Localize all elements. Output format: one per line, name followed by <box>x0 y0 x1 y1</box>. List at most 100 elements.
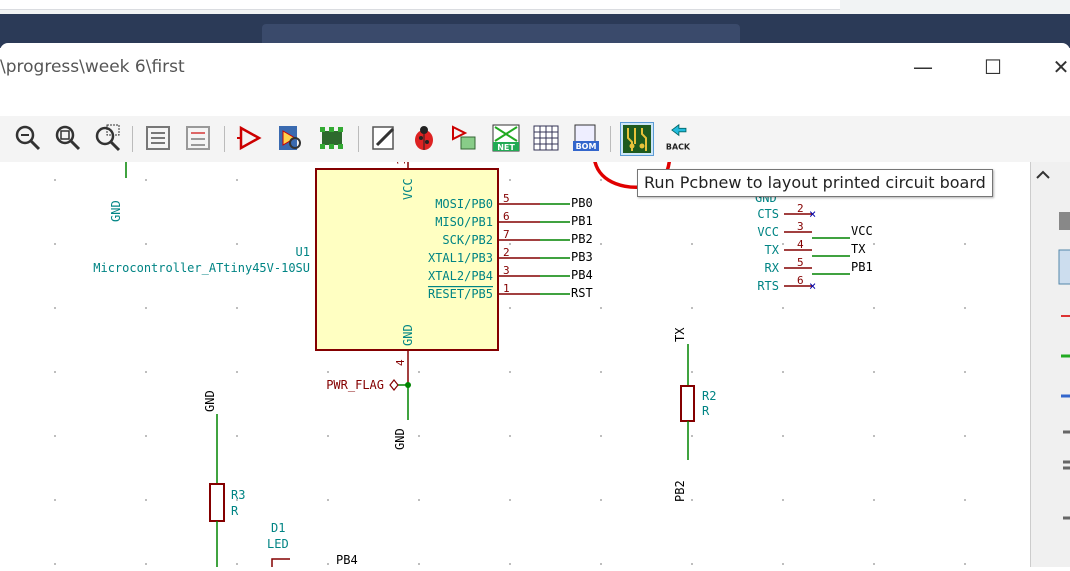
pcbnew-icon <box>623 125 651 153</box>
pcbnew-button[interactable] <box>620 122 654 156</box>
grid-dot <box>782 371 784 373</box>
scroll-up-icon[interactable] <box>1036 170 1050 179</box>
d1-body[interactable] <box>271 558 290 567</box>
grid-dot <box>327 435 329 437</box>
grid-dot <box>236 371 238 373</box>
grid-dot <box>691 563 693 565</box>
pcbnew-tooltip: Run Pcbnew to layout printed circuit boa… <box>637 169 993 197</box>
schematic-canvas[interactable]: GND 1 VCC GND U1 Microcontroller_ATtiny4… <box>0 162 1030 567</box>
tool-icon[interactable] <box>1059 212 1070 230</box>
grid-dot <box>509 243 511 245</box>
grid-dot <box>873 563 875 565</box>
net-label: RST <box>571 286 593 300</box>
grid-dot <box>600 243 602 245</box>
gnd-label: GND <box>393 428 407 450</box>
r2-reference: R2 <box>702 389 716 403</box>
window-titlebar: \progress\week 6\first — ☐ ✕ <box>0 43 1070 89</box>
grid-dot <box>873 307 875 309</box>
grid-dot <box>691 435 693 437</box>
u1-pin-number: 1 <box>503 282 510 295</box>
footprint-assign-button[interactable] <box>448 122 480 154</box>
r3-body[interactable] <box>209 483 225 522</box>
grid-dot <box>145 563 147 565</box>
grid-dot <box>236 435 238 437</box>
window-path: \progress\week 6\first <box>0 57 185 77</box>
symbol-editor-button[interactable] <box>234 122 266 154</box>
grid-dots <box>54 179 966 565</box>
annotate-button[interactable] <box>368 122 400 154</box>
r2-body[interactable] <box>680 385 695 422</box>
toolbar-separator <box>610 126 611 152</box>
symbol-library-button[interactable] <box>274 122 306 154</box>
right-toolbar-icons <box>1036 170 1070 520</box>
leave-sheet-button[interactable] <box>182 122 214 154</box>
minimize-button[interactable]: — <box>908 53 938 81</box>
toolbar-separator <box>358 126 359 152</box>
back-button[interactable]: BACK <box>662 122 694 154</box>
pwr-flag-label: PWR_FLAG <box>326 378 384 392</box>
tool-icon[interactable] <box>1058 249 1070 285</box>
grid-dot <box>691 243 693 245</box>
grid-dot <box>782 499 784 501</box>
grid-dot <box>236 307 238 309</box>
connector-pin-number: 3 <box>797 220 804 233</box>
symbol-editor-icon <box>237 125 262 151</box>
zoom-out-button[interactable] <box>12 122 44 154</box>
grid-dot <box>600 435 602 437</box>
right-toolbar <box>1030 162 1070 567</box>
vcc-pin-name: VCC <box>401 178 415 200</box>
close-button[interactable]: ✕ <box>1046 53 1070 81</box>
vcc-pin-number: 1 <box>395 162 408 165</box>
r3-value: R <box>231 504 239 518</box>
hierarchy-button[interactable] <box>142 122 174 154</box>
u1-value: Microcontroller_ATtiny45V-10SU <box>93 261 310 275</box>
maximize-button[interactable]: ☐ <box>978 53 1008 81</box>
pwr-flag-symbol[interactable] <box>389 379 399 391</box>
net-label: TX <box>851 242 866 256</box>
netlist-label: NET <box>497 143 515 152</box>
grid-dot <box>782 243 784 245</box>
u1-pin-name: MOSI/PB0 <box>435 197 493 211</box>
zoom-out-icon <box>15 125 41 151</box>
back-icon: BACK <box>666 123 691 151</box>
no-connect-icon: × <box>809 207 816 221</box>
u1-pin-number: 3 <box>503 264 510 277</box>
grid-dot <box>509 371 511 373</box>
grid-dot <box>873 243 875 245</box>
grid-dot <box>782 563 784 565</box>
grid-dot <box>509 499 511 501</box>
footprint-library-button[interactable] <box>316 122 348 154</box>
junction <box>405 382 411 388</box>
netlist-button[interactable]: NET <box>490 122 522 154</box>
grid-dot <box>964 243 966 245</box>
grid-dot <box>54 179 56 181</box>
erc-icon <box>415 126 433 150</box>
footprint-library-icon <box>320 127 343 149</box>
connector-pin-number: 6 <box>797 274 804 287</box>
toolbar-separator <box>224 126 225 152</box>
grid-dot <box>327 563 329 565</box>
grid-dot <box>145 179 147 181</box>
connector-pin-name: RTS <box>757 279 779 293</box>
schematic-drawing: GND 1 VCC GND U1 Microcontroller_ATtiny4… <box>54 162 966 567</box>
grid-dot <box>873 435 875 437</box>
leave-sheet-icon <box>186 126 210 150</box>
u1-pin-number: 7 <box>503 228 510 241</box>
r2-bottom-net: PB2 <box>673 480 687 502</box>
grid-dot <box>145 243 147 245</box>
zoom-fit-button[interactable] <box>52 122 84 154</box>
erc-button[interactable] <box>408 122 440 154</box>
grid-dot <box>600 371 602 373</box>
u1-pin-name: RESET/PB5 <box>428 287 493 301</box>
zoom-selection-button[interactable] <box>92 122 124 154</box>
gnd-label: GND <box>109 200 123 222</box>
gnd-label: GND <box>203 390 217 412</box>
grid-dot <box>600 307 602 309</box>
grid-dot <box>236 243 238 245</box>
grid-dot <box>782 435 784 437</box>
r2-value: R <box>702 404 710 418</box>
net-label: VCC <box>851 224 873 238</box>
bom-button[interactable]: BOM <box>570 122 602 154</box>
grid-dot <box>418 435 420 437</box>
bom-table-button[interactable] <box>530 122 562 154</box>
